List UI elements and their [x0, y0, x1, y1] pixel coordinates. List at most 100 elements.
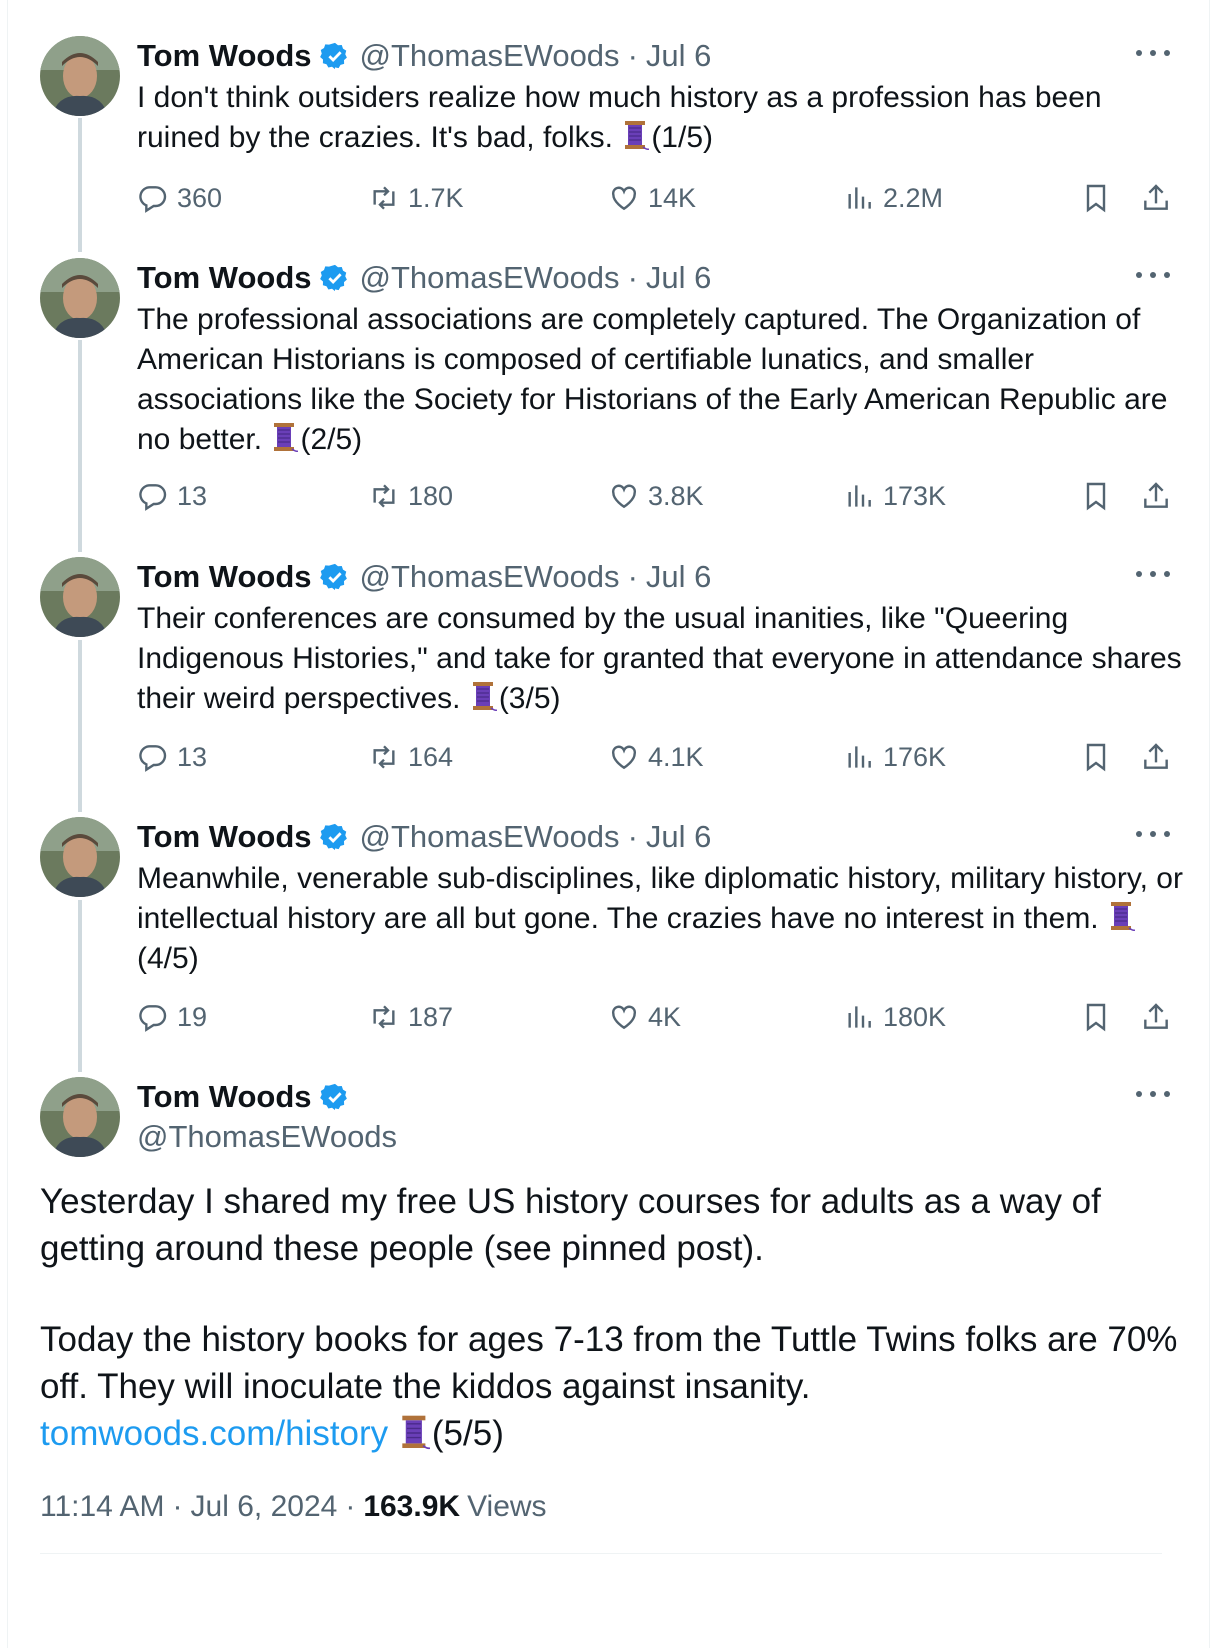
repost-count: 180: [408, 480, 454, 511]
repost-arrows-icon: [373, 1005, 395, 1029]
action-bar: 19 187 4K 180K: [0, 997, 1222, 1037]
more-options-icon[interactable]: [1136, 1089, 1170, 1099]
bookmark-button[interactable]: [1080, 737, 1120, 777]
reply-button[interactable]: 13: [137, 737, 207, 777]
repost-button[interactable]: 187: [368, 997, 453, 1037]
heart-icon: [612, 186, 636, 211]
like-button[interactable]: 4.1K: [608, 737, 704, 777]
share-button[interactable]: [1140, 178, 1180, 218]
main-tweet-paragraph: Today the history books for ages 7-13 fr…: [40, 1316, 1190, 1457]
share-button[interactable]: [1140, 997, 1180, 1037]
like-button[interactable]: 14K: [608, 178, 696, 218]
author-handle[interactable]: @ThomasEWoods: [360, 559, 620, 595]
action-bar: 360 1.7K 14K 2.2M: [0, 178, 1222, 218]
more-options-icon[interactable]: [1136, 569, 1170, 579]
more-options-icon[interactable]: [1136, 48, 1170, 58]
bar-chart-icon: [848, 1006, 871, 1028]
tweet-date[interactable]: Jul 6: [646, 38, 711, 74]
like-button[interactable]: 3.8K: [608, 476, 704, 516]
tweet-date[interactable]: Jul 6: [646, 260, 711, 296]
tweet-text: The professional associations are comple…: [137, 300, 1185, 460]
tweet-text: Their conferences are consumed by the us…: [137, 599, 1185, 719]
post-date[interactable]: Jul 6, 2024: [191, 1490, 338, 1524]
verified-badge-icon[interactable]: [319, 263, 350, 293]
reply-button[interactable]: 19: [137, 997, 207, 1037]
repost-button[interactable]: 1.7K: [368, 178, 464, 218]
tweet-header: Tom Woods: [137, 1077, 360, 1117]
like-button[interactable]: 4K: [608, 997, 681, 1037]
thread-counter: (2/5): [300, 423, 363, 456]
main-tweet-paragraph-text: Today the history books for ages 7-13 fr…: [40, 1320, 1178, 1406]
separator: ·: [172, 1490, 183, 1523]
verified-badge-icon[interactable]: [319, 562, 350, 592]
views-button[interactable]: 2.2M: [843, 178, 943, 218]
author-name[interactable]: Tom Woods: [137, 819, 312, 855]
views-count: 2.2M: [883, 182, 944, 213]
reply-button[interactable]: 360: [137, 178, 222, 218]
avatar[interactable]: [40, 817, 120, 897]
author-name[interactable]: Tom Woods: [137, 1079, 312, 1115]
tweet-meta: 11:14 AM · Jul 6, 2024 · 163.9K Views: [40, 1485, 547, 1529]
tweet-date[interactable]: Jul 6: [646, 819, 711, 855]
author-name[interactable]: Tom Woods: [137, 559, 312, 595]
heart-icon: [612, 484, 636, 509]
tweet-text: I don't think outsiders realize how much…: [137, 78, 1185, 158]
thread-spool-emoji-icon: [623, 119, 650, 153]
bookmark-button[interactable]: [1080, 476, 1120, 516]
verified-badge-icon[interactable]: [319, 1082, 350, 1112]
more-options-icon[interactable]: [1136, 829, 1170, 839]
speech-bubble-icon: [139, 745, 167, 772]
speech-bubble-icon: [139, 186, 167, 213]
bar-chart-icon: [848, 485, 871, 507]
action-bar: 13 164 4.1K 176K: [0, 737, 1222, 777]
thread-connector: [78, 640, 82, 812]
tweet-header: Tom Woods @ThomasEWoods · Jul 6: [137, 36, 711, 76]
repost-button[interactable]: 164: [368, 737, 453, 777]
repost-count: 1.7K: [408, 182, 464, 213]
more-options-icon[interactable]: [1136, 270, 1170, 280]
thread-counter: (4/5): [137, 942, 199, 975]
bookmark-icon: [1086, 743, 1106, 772]
share-button[interactable]: [1140, 476, 1180, 516]
avatar[interactable]: [40, 258, 120, 338]
avatar[interactable]: [40, 36, 120, 116]
verified-badge-icon[interactable]: [319, 41, 350, 71]
views-button[interactable]: 173K: [843, 476, 946, 516]
bookmark-button[interactable]: [1080, 997, 1120, 1037]
thread-spool-emoji-icon: [272, 421, 299, 455]
thread-spool-emoji-icon: [471, 680, 498, 714]
author-name[interactable]: Tom Woods: [137, 38, 312, 74]
tweet-date[interactable]: Jul 6: [646, 559, 711, 595]
repost-button[interactable]: 180: [368, 476, 453, 516]
bar-chart-icon: [848, 187, 871, 209]
author-handle[interactable]: @ThomasEWoods: [137, 1119, 397, 1155]
divider: [40, 1553, 1162, 1554]
speech-bubble-icon: [139, 1005, 167, 1032]
post-time[interactable]: 11:14 AM: [40, 1490, 165, 1524]
author-handle[interactable]: @ThomasEWoods: [360, 260, 620, 296]
thread-spool-emoji-icon: [400, 1413, 431, 1453]
history-link[interactable]: tomwoods.com/history: [40, 1414, 388, 1453]
thread-counter: (3/5): [498, 682, 561, 715]
avatar[interactable]: [40, 1077, 120, 1157]
author-handle[interactable]: @ThomasEWoods: [360, 38, 620, 74]
thread-counter: (1/5): [651, 121, 713, 154]
bookmark-button[interactable]: [1080, 178, 1120, 218]
share-upload-icon: [1144, 1003, 1168, 1029]
share-upload-icon: [1144, 743, 1168, 769]
author-name[interactable]: Tom Woods: [137, 260, 312, 296]
verified-badge-icon[interactable]: [319, 822, 350, 852]
like-count: 14K: [648, 182, 697, 213]
share-upload-icon: [1144, 184, 1168, 210]
main-tweet-text: Yesterday I shared my free US history co…: [40, 1178, 1190, 1457]
tweet-text-content: Their conferences are consumed by the us…: [137, 602, 1182, 715]
tweet-text: Meanwhile, venerable sub-disciplines, li…: [137, 859, 1185, 979]
views-button[interactable]: 176K: [843, 737, 946, 777]
repost-arrows-icon: [373, 484, 395, 508]
views-button[interactable]: 180K: [843, 997, 946, 1037]
reply-button[interactable]: 13: [137, 476, 207, 516]
author-handle[interactable]: @ThomasEWoods: [360, 819, 620, 855]
avatar[interactable]: [40, 557, 120, 637]
bookmark-icon: [1086, 184, 1106, 213]
share-button[interactable]: [1140, 737, 1180, 777]
